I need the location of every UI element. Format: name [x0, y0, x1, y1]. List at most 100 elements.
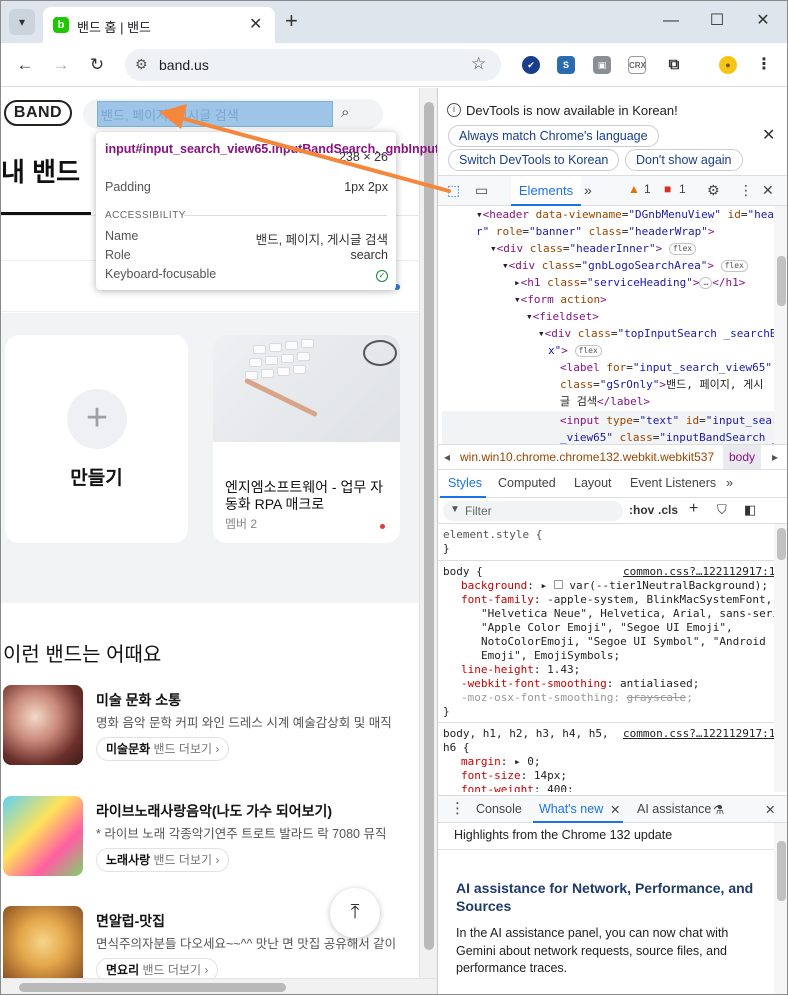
- band-member-count: 멤버 2: [225, 517, 258, 531]
- bookmark-star-icon[interactable]: ☆: [471, 54, 486, 74]
- close-tab-icon[interactable]: ✕: [610, 802, 620, 817]
- tab-elements[interactable]: Elements: [511, 176, 581, 206]
- more-tabs-icon[interactable]: »: [726, 476, 733, 490]
- tab-whats-new[interactable]: What's new: [539, 802, 603, 816]
- scrollbar-thumb[interactable]: [777, 841, 786, 901]
- minimize-icon[interactable]: —: [648, 10, 694, 32]
- extensions-puzzle-icon[interactable]: ⧉: [665, 56, 683, 74]
- devtools-menu-icon[interactable]: ⋮: [739, 182, 753, 199]
- s-extension-icon[interactable]: S: [557, 56, 575, 74]
- page-vertical-scrollbar[interactable]: [419, 88, 437, 978]
- profile-extension-icon[interactable]: ▣: [593, 56, 611, 74]
- band-cover-image: [213, 335, 400, 442]
- close-drawer-icon[interactable]: ✕: [765, 802, 775, 817]
- tab-layout[interactable]: Layout: [574, 476, 612, 490]
- more-tabs-icon[interactable]: »: [584, 182, 592, 198]
- tab-event-listeners[interactable]: Event Listeners: [630, 476, 716, 490]
- crx-extension-icon[interactable]: CRX: [628, 56, 646, 74]
- maximize-icon[interactable]: ☐: [694, 10, 740, 32]
- cls-toggle[interactable]: .cls: [658, 503, 678, 517]
- suggestion-desc: 면식주의자분들 다오세요~~^^ 맛난 면 맛집 공유해서 같이: [96, 937, 397, 951]
- inspect-element-icon[interactable]: ⬚: [447, 182, 460, 199]
- profile-avatar-icon[interactable]: ●: [719, 56, 737, 74]
- error-icon[interactable]: ■: [664, 182, 671, 196]
- new-rule-icon[interactable]: +: [689, 500, 698, 518]
- tooltip-selector: input#input_search_view65.inputBandSearc…: [105, 142, 481, 156]
- sidebar-toggle-icon[interactable]: ◧: [744, 502, 756, 518]
- error-count[interactable]: 1: [679, 182, 686, 196]
- scrollbar-thumb[interactable]: [777, 256, 786, 306]
- breadcrumb-body[interactable]: body: [723, 445, 762, 469]
- divider: [184, 215, 387, 216]
- tab-computed[interactable]: Computed: [498, 476, 556, 490]
- new-dot-badge: [380, 524, 385, 529]
- reload-icon[interactable]: ↻: [85, 53, 109, 77]
- back-icon[interactable]: ←: [13, 53, 37, 77]
- search-box: 밴드, 페이지, 게시글 검색 ⌕: [83, 99, 383, 129]
- drawer-scrollbar[interactable]: [774, 823, 787, 994]
- close-window-icon[interactable]: ✕: [740, 10, 786, 32]
- suggestion-thumbnail: [3, 685, 83, 765]
- drawer-tabbar: ⋮ Console What's new ✕ AI assistance ⚗ ✕: [438, 795, 787, 823]
- scrollbar-thumb[interactable]: [424, 102, 434, 950]
- dont-show-button[interactable]: Don't show again: [625, 149, 743, 171]
- divider: [438, 849, 774, 850]
- create-label: 만들기: [70, 468, 123, 489]
- site-info-icon[interactable]: ⚙: [135, 56, 148, 73]
- plus-icon: +: [67, 389, 127, 449]
- css-source-link[interactable]: common.css?…122112917:1: [623, 565, 774, 579]
- warning-count[interactable]: 1: [644, 182, 651, 196]
- crumb-right-icon[interactable]: ▸: [772, 450, 778, 464]
- my-bands-heading[interactable]: 내 밴드: [1, 152, 80, 189]
- scrollbar-thumb[interactable]: [19, 983, 286, 992]
- address-bar[interactable]: ⚙ band.us ☆: [125, 49, 501, 81]
- new-tab-icon[interactable]: +: [285, 10, 298, 32]
- suggestion-tag[interactable]: 미술문화 밴드 더보기 ›: [96, 737, 230, 761]
- browser-window: ▾ b 밴드 홈 | 밴드 ✕ + — ☐ ✕ ← → ↻ ⚙ band.us …: [0, 0, 788, 995]
- paint-icon[interactable]: ⛉: [717, 502, 727, 518]
- search-icon[interactable]: ⌕: [341, 104, 349, 121]
- warning-icon[interactable]: ▲: [628, 182, 640, 196]
- scrollbar-thumb[interactable]: [777, 528, 786, 560]
- filter-input[interactable]: Filter: [443, 501, 623, 521]
- tab-ai-assistance[interactable]: AI assistance: [637, 802, 711, 816]
- suggestion-thumbnail: [3, 796, 83, 876]
- close-tab-icon[interactable]: ✕: [249, 14, 262, 34]
- page-horizontal-scrollbar[interactable]: [1, 978, 437, 994]
- browser-tab[interactable]: b 밴드 홈 | 밴드 ✕: [43, 7, 275, 43]
- switch-korean-button[interactable]: Switch DevTools to Korean: [448, 149, 620, 171]
- tab-console[interactable]: Console: [476, 802, 522, 816]
- styles-scrollbar[interactable]: [774, 524, 787, 792]
- forward-icon[interactable]: →: [49, 53, 73, 77]
- search-input[interactable]: 밴드, 페이지, 게시글 검색: [97, 101, 333, 127]
- css-source-link[interactable]: common.css?…122112917:1: [623, 727, 774, 741]
- list-item[interactable]: 라이브노래사랑음악(나도 가수 되어보기) * 라이브 노래 각종악기연주 트로…: [1, 796, 419, 880]
- styles-pane[interactable]: element.style { } body { common.css?…122…: [438, 524, 774, 792]
- scroll-to-top-icon[interactable]: ⤒: [330, 888, 380, 938]
- device-toolbar-icon[interactable]: ▭: [475, 182, 488, 199]
- create-band-card[interactable]: + 만들기: [5, 335, 188, 543]
- close-devtools-icon[interactable]: ✕: [762, 182, 774, 199]
- band-card[interactable]: 엔지엠소프트웨어 - 업무 자동화 RPA 매크로 멤버 2: [213, 335, 400, 543]
- close-banner-icon[interactable]: ✕: [762, 125, 775, 145]
- language-banner: i DevTools is now available in Korean! A…: [438, 88, 787, 176]
- crumb-left-icon[interactable]: ◂: [444, 450, 450, 464]
- match-language-button[interactable]: Always match Chrome's language: [448, 125, 659, 147]
- breadcrumb-path[interactable]: win.win10.chrome.chrome132.webkit.webkit…: [460, 450, 714, 464]
- settings-gear-icon[interactable]: ⚙: [707, 182, 720, 199]
- suggestion-tag[interactable]: 노래사랑 밴드 더보기 ›: [96, 848, 230, 872]
- band-name: 엔지엠소프트웨어 - 업무 자동화 RPA 매크로: [225, 479, 384, 512]
- hov-toggle[interactable]: :hov: [629, 503, 654, 517]
- tab-search-icon[interactable]: ▾: [9, 9, 35, 35]
- list-item[interactable]: 미술 문화 소통 명화 음악 문학 커피 와인 드레스 시계 예술감상회 및 매…: [1, 685, 419, 769]
- tab-styles[interactable]: Styles: [448, 476, 482, 490]
- dom-tree[interactable]: ▾<header data-viewname="DGnbMenuView" id…: [438, 206, 774, 444]
- drawer-menu-icon[interactable]: ⋮: [450, 799, 465, 817]
- banner-message: DevTools is now available in Korean!: [466, 103, 678, 118]
- dom-scrollbar[interactable]: [774, 206, 787, 444]
- chrome-menu-icon[interactable]: ⋮: [755, 56, 773, 74]
- band-logo[interactable]: BAND: [4, 100, 72, 126]
- suggestion-tag[interactable]: 면요리 밴드 더보기 ›: [96, 958, 219, 978]
- check-extension-icon[interactable]: ✔: [522, 56, 540, 74]
- browser-toolbar: ← → ↻ ⚙ band.us ☆ ✔ S ▣ CRX ⧉ ● ⋮: [1, 43, 787, 87]
